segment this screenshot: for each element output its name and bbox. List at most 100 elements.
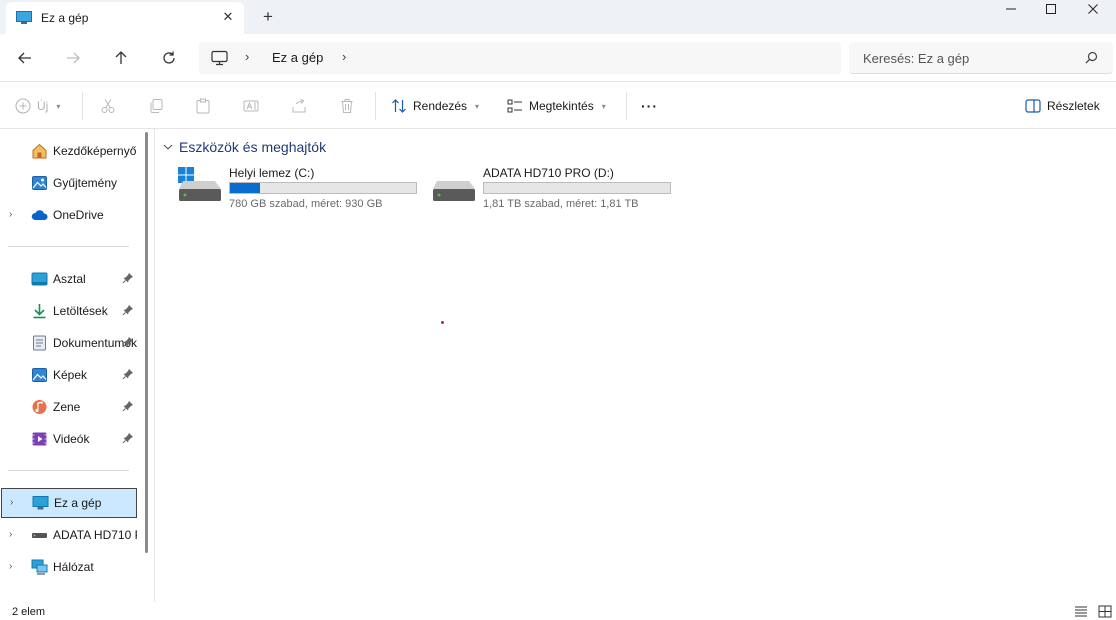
toolbar-divider bbox=[375, 92, 376, 120]
sidebar-item-label: Ez a gép bbox=[54, 496, 102, 510]
sidebar-divider bbox=[8, 470, 129, 471]
drive-usage-bar bbox=[229, 182, 417, 194]
sidebar-item-label: Kezdőképernyő bbox=[53, 144, 137, 158]
pin-icon[interactable] bbox=[122, 336, 134, 348]
sort-button-label: Rendezés bbox=[413, 99, 468, 113]
sort-button[interactable]: Rendezés ▾ bbox=[391, 94, 479, 118]
computer-icon bbox=[211, 50, 228, 66]
computer-icon bbox=[32, 496, 49, 510]
rename-button[interactable] bbox=[243, 94, 259, 118]
sidebar-item-label: OneDrive bbox=[53, 208, 104, 222]
sidebar-item-label: Hálózat bbox=[53, 560, 94, 574]
paste-icon bbox=[196, 98, 210, 114]
drive-space-info: 780 GB szabad, méret: 930 GB bbox=[229, 198, 383, 210]
cut-button[interactable] bbox=[100, 94, 116, 118]
sidebar-divider bbox=[8, 246, 129, 247]
gallery-icon bbox=[32, 176, 47, 190]
drive-space-info: 1,81 TB szabad, méret: 1,81 TB bbox=[483, 198, 639, 210]
copy-button[interactable] bbox=[148, 94, 164, 118]
chevron-right-icon[interactable]: › bbox=[9, 209, 12, 220]
sidebar-item-onedrive[interactable]: › OneDrive bbox=[0, 201, 142, 229]
trash-icon bbox=[341, 99, 353, 113]
home-icon bbox=[32, 143, 47, 159]
share-button[interactable] bbox=[291, 94, 307, 118]
chevron-right-icon[interactable]: › bbox=[9, 561, 12, 572]
sidebar-item-home[interactable]: Kezdőképernyő bbox=[0, 137, 142, 165]
pin-icon[interactable] bbox=[122, 368, 134, 380]
drive-usage-fill bbox=[230, 183, 260, 193]
up-button[interactable] bbox=[109, 46, 133, 70]
drive-usage-bar bbox=[483, 182, 671, 194]
new-tab-button[interactable]: + bbox=[258, 8, 278, 28]
sidebar-item-documents[interactable]: Dokumentumok bbox=[0, 329, 142, 357]
new-button[interactable]: Új ▾ bbox=[15, 94, 60, 118]
toolbar-divider bbox=[626, 92, 627, 120]
computer-icon bbox=[16, 11, 32, 24]
chevron-right-icon[interactable]: › bbox=[9, 529, 12, 540]
close-tab-button[interactable]: ✕ bbox=[219, 8, 237, 26]
close-window-button[interactable] bbox=[1070, 0, 1116, 18]
command-bar: Új ▾ Rendezés ▾ Megtekintés ▾ ··· Részle… bbox=[0, 82, 1116, 129]
cut-icon bbox=[101, 99, 115, 113]
sidebar-item-gallery[interactable]: Gyűjtemény bbox=[0, 169, 142, 197]
arrow-up-icon bbox=[115, 51, 127, 64]
plus-circle-icon bbox=[15, 98, 31, 114]
document-icon bbox=[33, 335, 46, 351]
windows-drive-icon bbox=[178, 167, 221, 201]
sidebar-scrollbar[interactable] bbox=[145, 132, 148, 553]
pin-icon[interactable] bbox=[122, 304, 134, 316]
hard-drive-icon bbox=[433, 181, 475, 201]
drive-item-d[interactable]: ADATA HD710 PRO (D:) 1,81 TB szabad, mér… bbox=[431, 165, 681, 215]
chevron-right-icon[interactable]: › bbox=[342, 49, 346, 64]
details-view-icon[interactable] bbox=[1074, 605, 1088, 618]
arrow-left-icon bbox=[18, 52, 31, 64]
sidebar-item-desktop[interactable]: Asztal bbox=[0, 265, 142, 293]
search-box[interactable] bbox=[849, 42, 1113, 74]
sidebar-item-music[interactable]: Zene bbox=[0, 393, 142, 421]
delete-button[interactable] bbox=[339, 94, 355, 118]
tab-this-pc[interactable]: Ez a gép ✕ bbox=[6, 2, 244, 34]
pin-icon[interactable] bbox=[122, 400, 134, 412]
drive-item-c[interactable]: Helyi lemez (C:) 780 GB szabad, méret: 9… bbox=[177, 165, 427, 215]
pin-icon[interactable] bbox=[122, 272, 134, 284]
title-bar: Ez a gép ✕ + bbox=[0, 0, 1116, 34]
breadcrumb-this-pc[interactable]: Ez a gép bbox=[272, 50, 323, 65]
file-list-pane: Eszközök és meghajtók Helyi lemez (C:) 7… bbox=[155, 129, 1116, 602]
sidebar-item-videos[interactable]: Videók bbox=[0, 425, 142, 453]
maximize-icon bbox=[1046, 4, 1056, 14]
paste-button[interactable] bbox=[195, 94, 211, 118]
sidebar-item-label: ADATA HD710 PRO (D:) bbox=[53, 528, 137, 542]
group-header-devices[interactable]: Eszközök és meghajtók bbox=[163, 139, 326, 155]
rename-icon bbox=[243, 100, 259, 112]
chevron-right-icon[interactable]: › bbox=[245, 49, 249, 64]
forward-button[interactable] bbox=[61, 46, 85, 70]
tiles-view-icon[interactable] bbox=[1098, 605, 1112, 618]
new-button-label: Új bbox=[37, 99, 49, 113]
refresh-button[interactable] bbox=[157, 46, 181, 70]
copy-icon bbox=[150, 99, 163, 113]
sidebar-item-downloads[interactable]: Letöltések bbox=[0, 297, 142, 325]
maximize-button[interactable] bbox=[1028, 0, 1074, 18]
sidebar-item-this-pc[interactable]: › Ez a gép bbox=[1, 488, 137, 518]
tab-title: Ez a gép bbox=[41, 11, 89, 25]
chevron-down-icon: ▾ bbox=[601, 101, 606, 111]
chevron-right-icon[interactable]: › bbox=[10, 497, 13, 508]
search-icon[interactable] bbox=[1085, 51, 1098, 64]
navigation-bar: › Ez a gép › bbox=[0, 34, 1116, 82]
sidebar-item-pictures[interactable]: Képek bbox=[0, 361, 142, 389]
back-button[interactable] bbox=[13, 46, 37, 70]
drive-name: Helyi lemez (C:) bbox=[229, 166, 315, 180]
sidebar-item-drive-d[interactable]: › ADATA HD710 PRO (D:) bbox=[0, 521, 142, 549]
chevron-down-icon bbox=[163, 144, 173, 150]
sidebar-item-network[interactable]: › Hálózat bbox=[0, 553, 142, 581]
pin-icon[interactable] bbox=[122, 432, 134, 444]
details-pane-button[interactable]: Részletek bbox=[1025, 94, 1100, 118]
view-button[interactable]: Megtekintés ▾ bbox=[507, 94, 606, 118]
music-icon bbox=[32, 400, 47, 414]
more-options-button[interactable]: ··· bbox=[641, 94, 658, 118]
search-input[interactable] bbox=[863, 48, 1083, 68]
refresh-icon bbox=[163, 51, 175, 64]
address-bar[interactable]: › Ez a gép › bbox=[199, 42, 841, 74]
sidebar-item-label: Gyűjtemény bbox=[53, 176, 118, 190]
toolbar-divider bbox=[82, 92, 83, 120]
